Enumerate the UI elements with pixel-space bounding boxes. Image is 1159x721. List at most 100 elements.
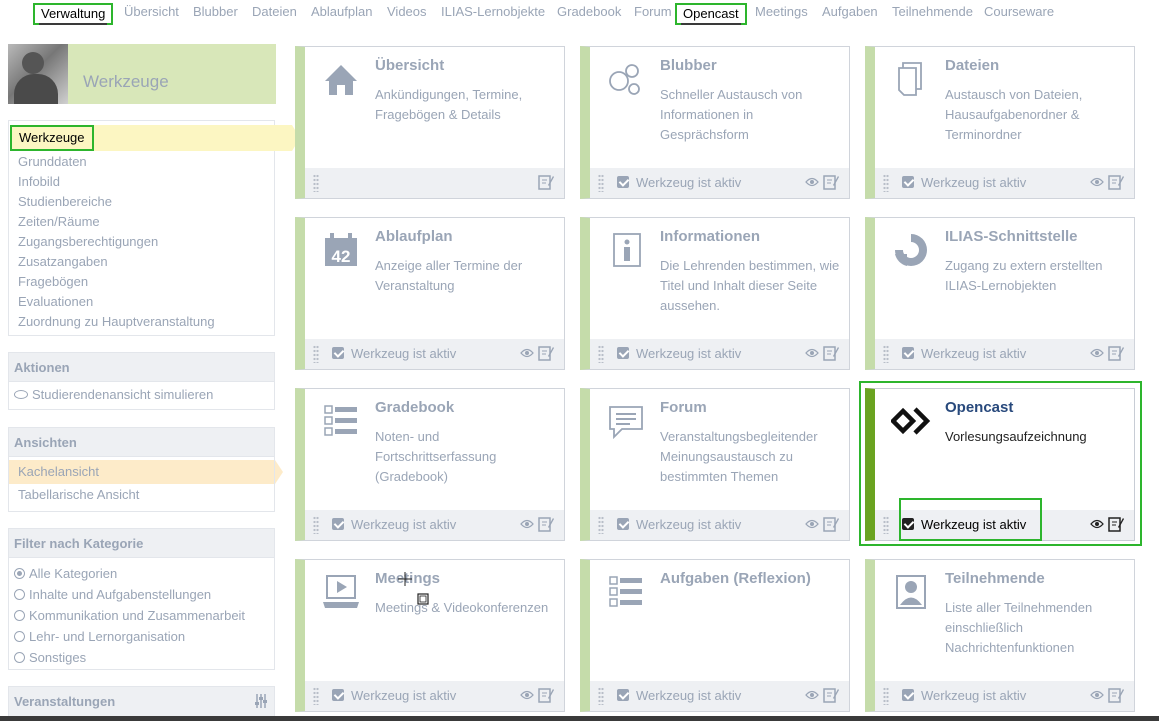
- tab-uebersicht[interactable]: Übersicht: [118, 3, 185, 25]
- tile-title: Aufgaben (Reflexion): [660, 570, 811, 587]
- active-checkbox[interactable]: [617, 347, 629, 359]
- sidebar-item-zusatzangaben[interactable]: Zusatzangaben: [18, 254, 108, 269]
- edit-icon[interactable]: [823, 345, 839, 361]
- edit-icon[interactable]: [1108, 516, 1124, 532]
- drag-handle[interactable]: [883, 174, 889, 192]
- sidebar-item-grunddaten[interactable]: Grunddaten: [18, 154, 87, 169]
- radio-unchecked: [14, 610, 25, 621]
- edit-icon[interactable]: [1108, 687, 1124, 703]
- tool-tile-blubber[interactable]: Blubber Schneller Austausch von Informat…: [580, 46, 850, 199]
- drag-handle[interactable]: [598, 174, 604, 192]
- active-label: Werkzeug ist aktiv: [351, 346, 457, 361]
- tab-teilnehmende[interactable]: Teilnehmende: [886, 3, 979, 25]
- sliders-icon[interactable]: [254, 693, 268, 709]
- tool-tile-informationen[interactable]: Informationen Die Lehrenden bestimmen, w…: [580, 217, 850, 370]
- tool-tile-dateien[interactable]: Dateien Austausch von Dateien, Hausaufga…: [865, 46, 1135, 199]
- tile-description: Anzeige aller Termine der Veranstaltung: [375, 258, 523, 293]
- active-checkbox[interactable]: [617, 176, 629, 188]
- active-checkbox[interactable]: [617, 518, 629, 530]
- active-checkbox[interactable]: [902, 518, 914, 530]
- edit-icon[interactable]: [823, 174, 839, 190]
- tile-title: Dateien: [945, 57, 1000, 74]
- active-checkbox[interactable]: [902, 347, 914, 359]
- tile-footer: Werkzeug ist aktiv: [590, 339, 849, 369]
- drag-handle[interactable]: [883, 687, 889, 705]
- sidebar-item-studienbereiche[interactable]: Studienbereiche: [18, 194, 112, 209]
- tab-ablaufplan[interactable]: Ablaufplan: [305, 3, 378, 25]
- edit-icon[interactable]: [1108, 345, 1124, 361]
- drag-handle[interactable]: [883, 516, 889, 534]
- eye-icon[interactable]: [805, 690, 819, 700]
- sidebar-item-frageboegen[interactable]: Fragebögen: [18, 274, 88, 289]
- sidebar-item-zuordnung[interactable]: Zuordnung zu Hauptveranstaltung: [18, 314, 215, 329]
- eye-icon[interactable]: [805, 348, 819, 358]
- tab-meetings[interactable]: Meetings: [749, 3, 814, 25]
- eye-icon[interactable]: [1090, 519, 1104, 529]
- tab-aufgaben[interactable]: Aufgaben: [816, 3, 884, 25]
- tab-opencast[interactable]: Opencast: [675, 3, 747, 25]
- filter-option-sonstiges[interactable]: Sonstiges: [9, 647, 274, 668]
- filter-option-kommunikation[interactable]: Kommunikation und Zusammenarbeit: [9, 605, 274, 626]
- tab-forum[interactable]: Forum: [628, 3, 678, 25]
- drag-handle[interactable]: [313, 687, 319, 705]
- drag-handle[interactable]: [598, 345, 604, 363]
- tool-tile-forum[interactable]: Forum Veranstaltungsbegleitender Meinung…: [580, 388, 850, 541]
- active-checkbox[interactable]: [332, 347, 344, 359]
- tool-tile-ilias[interactable]: ILIAS-Schnittstelle Zugang zu extern ers…: [865, 217, 1135, 370]
- edit-icon[interactable]: [538, 516, 554, 532]
- eye-icon[interactable]: [1090, 690, 1104, 700]
- filter-option-lehr-lernorganisation[interactable]: Lehr- und Lernorganisation: [9, 626, 274, 647]
- filter-option-inhalte[interactable]: Inhalte und Aufgabenstellungen: [9, 584, 274, 605]
- sidebar-item-zeiten-raeume[interactable]: Zeiten/Räume: [18, 214, 100, 229]
- eye-icon[interactable]: [805, 519, 819, 529]
- sidebar-item-werkzeuge[interactable]: Werkzeuge: [10, 125, 300, 151]
- tile-footer: Werkzeug ist aktiv: [305, 510, 564, 540]
- eye-icon[interactable]: [520, 690, 534, 700]
- tool-tile-ablaufplan[interactable]: 42 Ablaufplan Anzeige aller Termine der …: [295, 217, 565, 370]
- view-tiles[interactable]: Kachelansicht: [9, 460, 283, 484]
- sidebar-item-infobild[interactable]: Infobild: [18, 174, 60, 189]
- tab-courseware[interactable]: Courseware: [978, 3, 1060, 25]
- eye-icon[interactable]: [1090, 348, 1104, 358]
- tab-dateien[interactable]: Dateien: [246, 3, 303, 25]
- tile-footer: Werkzeug ist aktiv: [875, 510, 1134, 540]
- drag-handle[interactable]: [883, 345, 889, 363]
- drag-handle[interactable]: [313, 516, 319, 534]
- drag-handle[interactable]: [313, 174, 319, 192]
- tool-tile-teilnehmende[interactable]: Teilnehmende Liste aller Teilnehmenden e…: [865, 559, 1135, 712]
- tool-tile-uebersicht[interactable]: Übersicht Ankündigungen, Termine, Frageb…: [295, 46, 565, 199]
- edit-icon[interactable]: [1108, 174, 1124, 190]
- view-table[interactable]: Tabellarische Ansicht: [9, 484, 274, 506]
- edit-icon[interactable]: [538, 345, 554, 361]
- cursor-crosshair-icon: [398, 572, 429, 605]
- simulate-student-view-link[interactable]: Studierendenansicht simulieren: [9, 382, 274, 408]
- tool-tile-gradebook[interactable]: Gradebook Noten- und Fortschrittserfassu…: [295, 388, 565, 541]
- tile-title: Teilnehmende: [945, 570, 1045, 587]
- tool-tile-aufgaben[interactable]: Aufgaben (Reflexion) Werkzeug ist aktiv: [580, 559, 850, 712]
- eye-icon[interactable]: [520, 519, 534, 529]
- eye-icon[interactable]: [520, 348, 534, 358]
- tab-videos[interactable]: Videos: [381, 3, 433, 25]
- edit-icon[interactable]: [823, 687, 839, 703]
- tab-verwaltung[interactable]: Verwaltung: [33, 3, 114, 25]
- sidebar-item-zugangsberechtigungen[interactable]: Zugangsberechtigungen: [18, 234, 158, 249]
- tab-ilias-lernobjekte[interactable]: ILIAS-Lernobjekte: [435, 3, 551, 25]
- active-checkbox[interactable]: [902, 176, 914, 188]
- eye-icon[interactable]: [1090, 177, 1104, 187]
- active-checkbox[interactable]: [332, 689, 344, 701]
- edit-icon[interactable]: [823, 516, 839, 532]
- drag-handle[interactable]: [598, 516, 604, 534]
- filter-option-all[interactable]: Alle Kategorien: [9, 563, 274, 584]
- tab-blubber[interactable]: Blubber: [187, 3, 244, 25]
- active-checkbox[interactable]: [902, 689, 914, 701]
- drag-handle[interactable]: [313, 345, 319, 363]
- drag-handle[interactable]: [598, 687, 604, 705]
- edit-icon[interactable]: [538, 687, 554, 703]
- active-checkbox[interactable]: [617, 689, 629, 701]
- tool-tile-opencast[interactable]: Opencast Vorlesungsaufzeichnung Werkzeug…: [865, 388, 1135, 541]
- tab-gradebook[interactable]: Gradebook: [551, 3, 627, 25]
- eye-icon[interactable]: [805, 177, 819, 187]
- sidebar-item-evaluationen[interactable]: Evaluationen: [18, 294, 93, 309]
- edit-icon[interactable]: [538, 174, 554, 190]
- active-checkbox[interactable]: [332, 518, 344, 530]
